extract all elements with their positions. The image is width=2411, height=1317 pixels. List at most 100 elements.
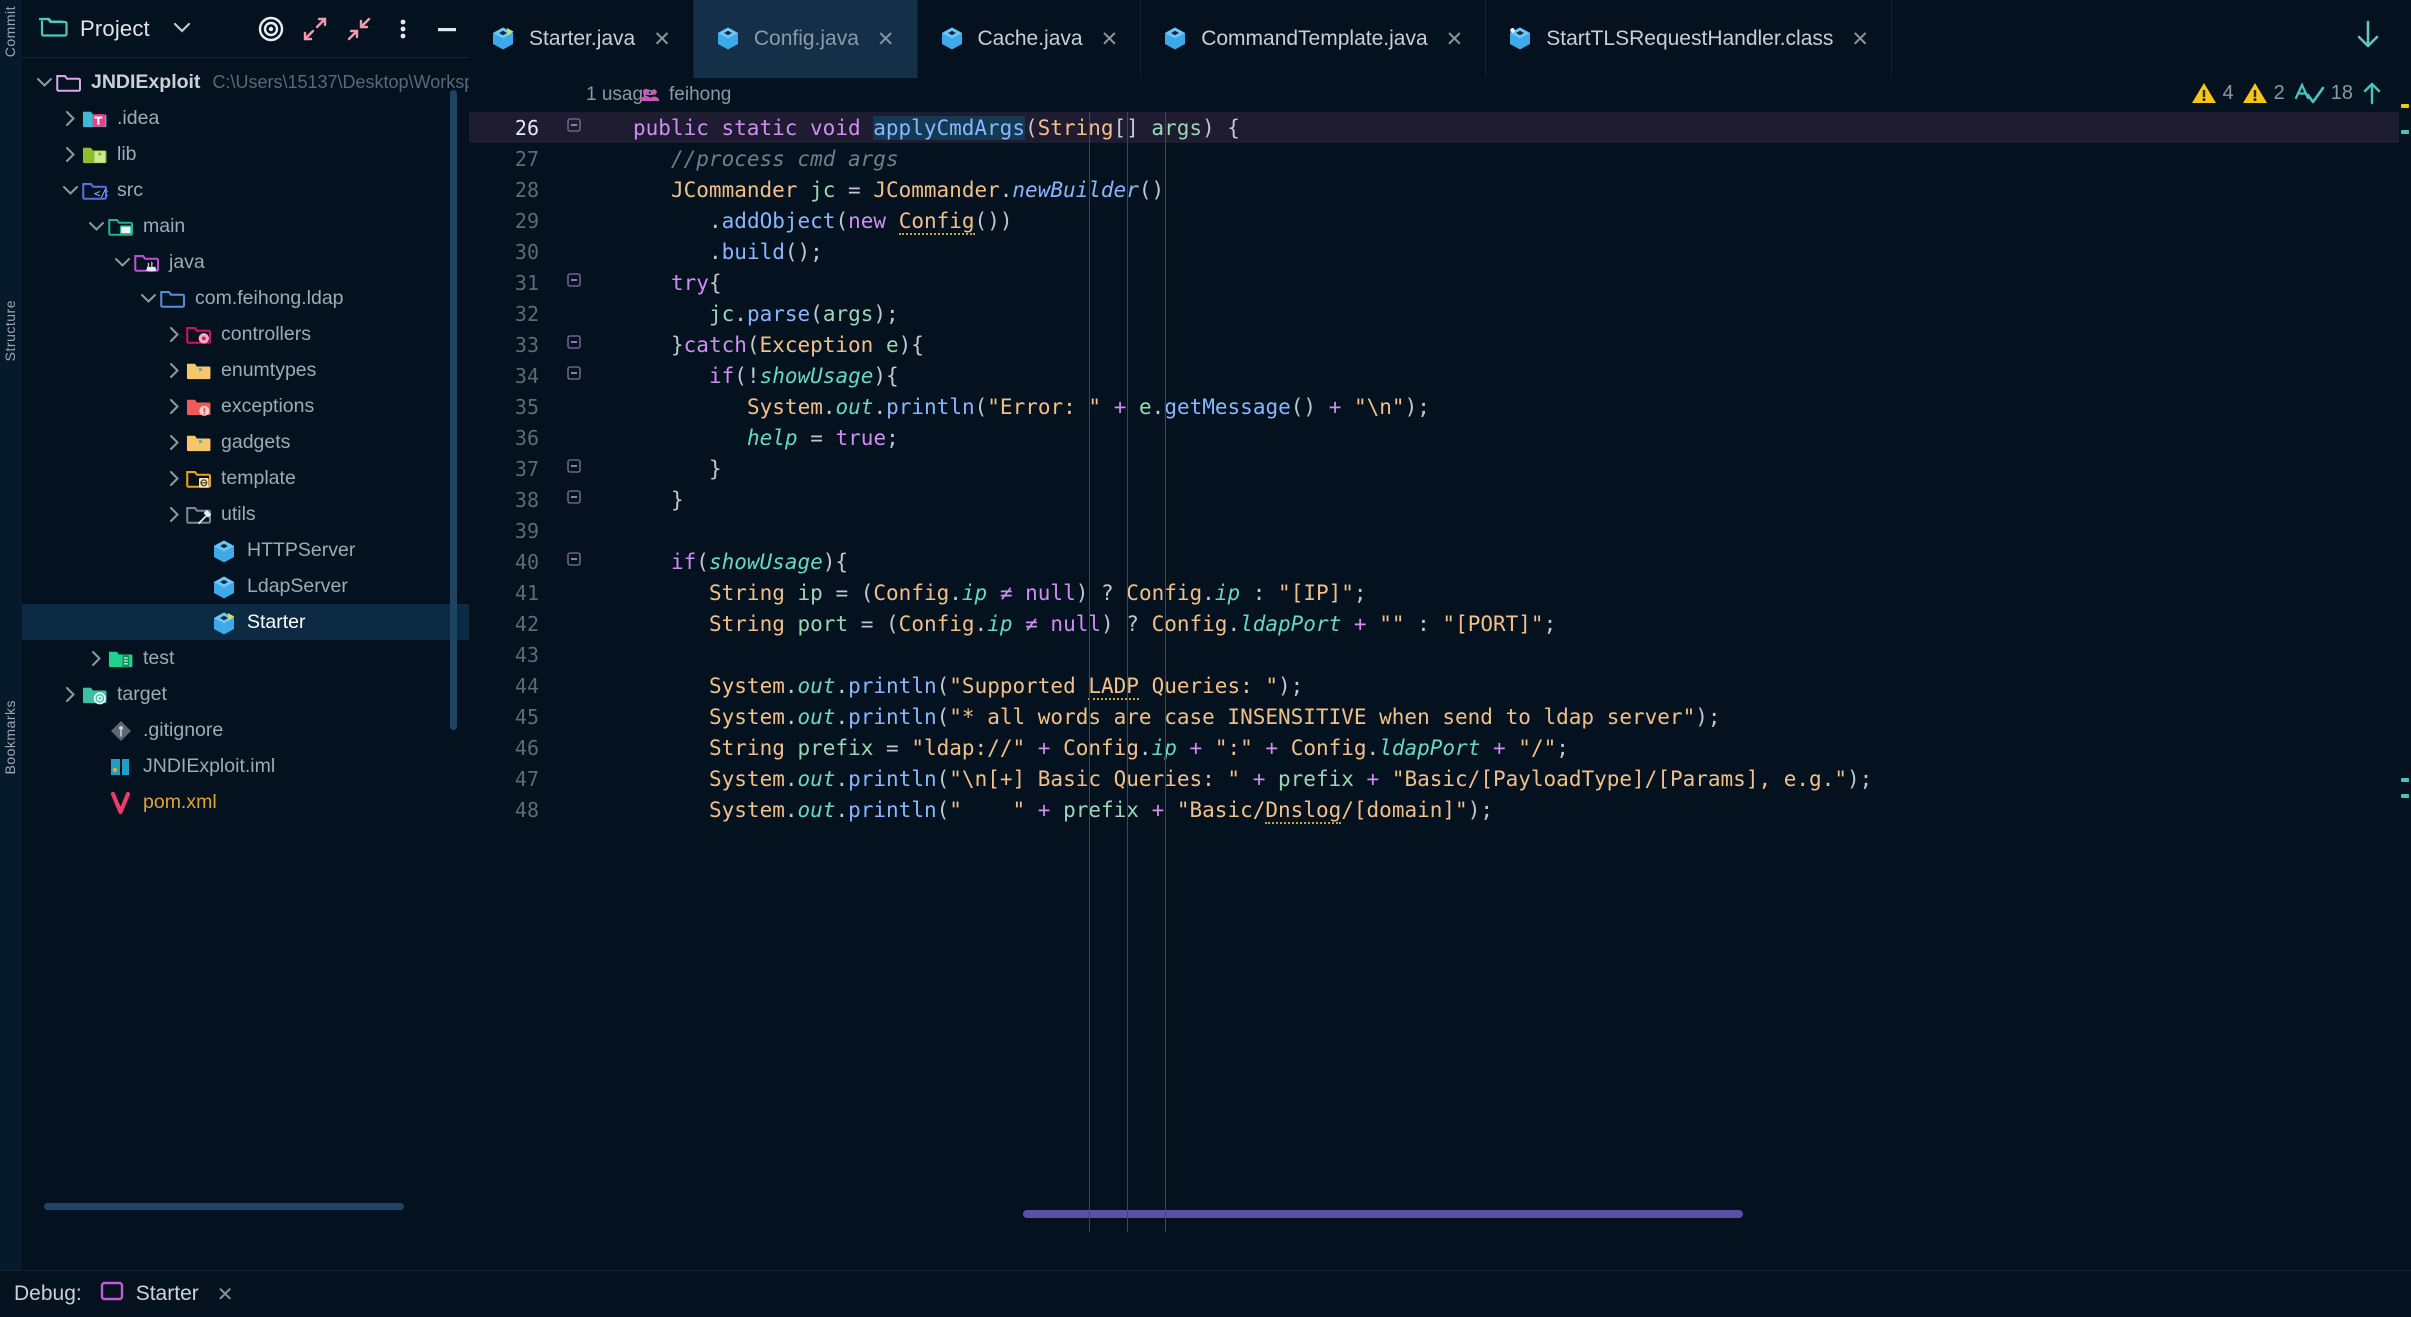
fold-collapse-icon[interactable]: [553, 116, 595, 139]
tree-node-exceptions[interactable]: exceptions: [22, 388, 469, 424]
typo-count-indicator[interactable]: 18: [2293, 80, 2353, 106]
tree-node-idea[interactable]: .idea: [22, 100, 469, 136]
line-number[interactable]: 44: [469, 674, 553, 698]
tree-node-lib[interactable]: lib: [22, 136, 469, 172]
debug-session-tab[interactable]: Starter ✕: [100, 1280, 234, 1308]
tree-node-main[interactable]: main: [22, 208, 469, 244]
code-line[interactable]: 38}: [469, 484, 2411, 515]
code-line[interactable]: 45 System.out.println("* all words are ca…: [469, 701, 2411, 732]
chevron-right-icon[interactable]: [162, 506, 186, 523]
close-icon[interactable]: ✕: [217, 1282, 234, 1307]
tree-node-enumtypes[interactable]: enumtypes: [22, 352, 469, 388]
chevron-right-icon[interactable]: [162, 434, 186, 451]
line-number[interactable]: 48: [469, 798, 553, 822]
line-number[interactable]: 46: [469, 736, 553, 760]
line-number[interactable]: 42: [469, 612, 553, 636]
line-number[interactable]: 32: [469, 302, 553, 326]
code-line[interactable]: 32 jc.parse(args);: [469, 298, 2411, 329]
fold-collapse-icon[interactable]: [553, 271, 595, 294]
locate-target-icon[interactable]: [249, 7, 293, 51]
author-hint[interactable]: feihong: [669, 84, 731, 106]
close-icon[interactable]: ✕: [1446, 27, 1464, 52]
tree-node-gitignore[interactable]: .gitignore: [22, 712, 469, 748]
code-line[interactable]: 47 System.out.println("\n[+] Basic Querie…: [469, 763, 2411, 794]
chevron-down-icon[interactable]: [136, 292, 160, 304]
line-number[interactable]: 45: [469, 705, 553, 729]
tree-node-pom-xml[interactable]: pom.xml: [22, 784, 469, 820]
code-line[interactable]: 26 public static void applyCmdArgs(String…: [469, 112, 2411, 143]
more-options-icon[interactable]: [381, 7, 425, 51]
code-line[interactable]: 40 if(showUsage){: [469, 546, 2411, 577]
code-line[interactable]: 44 System.out.println("Supported LADP Que…: [469, 670, 2411, 701]
code-line[interactable]: 48 System.out.println(" " + prefix + "Bas…: [469, 794, 2411, 825]
code-line[interactable]: 42 String port = (Config.ip ≠ null) ? Con…: [469, 608, 2411, 639]
scroll-to-issue-button[interactable]: [2361, 80, 2383, 106]
editor-horizontal-scrollbar[interactable]: [1023, 1210, 1743, 1218]
chevron-down-icon[interactable]: [84, 220, 108, 232]
chevron-right-icon[interactable]: [162, 398, 186, 415]
tree-node-jndiexploit-iml[interactable]: JNDIExploit.iml: [22, 748, 469, 784]
code-line[interactable]: 39: [469, 515, 2411, 546]
line-number[interactable]: 40: [469, 550, 553, 574]
chevron-down-icon[interactable]: [172, 21, 192, 37]
editor-tab-starter-java[interactable]: Starter.java ✕: [469, 0, 694, 78]
code-line[interactable]: 37}: [469, 453, 2411, 484]
editor-tab-cache-java[interactable]: Cache.java ✕: [918, 0, 1142, 78]
chevron-right-icon[interactable]: [58, 146, 82, 163]
tree-node-com-feihong-ldap[interactable]: com.feihong.ldap: [22, 280, 469, 316]
rail-label-structure[interactable]: Structure: [2, 300, 18, 361]
chevron-down-icon[interactable]: [32, 76, 56, 88]
tree-node-jndiexploit[interactable]: JNDIExploit C:\Users\15137\Desktop\Worksp…: [22, 64, 530, 100]
code-line[interactable]: 43: [469, 639, 2411, 670]
line-number[interactable]: 41: [469, 581, 553, 605]
code-line[interactable]: 35 System.out.println("Error: " + e.getMe…: [469, 391, 2411, 422]
collapse-icon[interactable]: [337, 7, 381, 51]
line-number[interactable]: 37: [469, 457, 553, 481]
code-line[interactable]: 27 //process cmd args: [469, 143, 2411, 174]
chevron-right-icon[interactable]: [84, 650, 108, 667]
code-line[interactable]: 29 .addObject(new Config()): [469, 205, 2411, 236]
tree-node-template[interactable]: template: [22, 460, 469, 496]
editor-tab-config-java[interactable]: Config.java ✕: [693, 0, 918, 78]
inspection-widget[interactable]: 4 2 18: [2191, 80, 2384, 106]
fold-collapse-icon[interactable]: [553, 364, 595, 387]
tree-node-src[interactable]: </> src: [22, 172, 469, 208]
chevron-down-icon[interactable]: [2343, 18, 2393, 60]
close-icon[interactable]: ✕: [877, 27, 895, 52]
editor-marker-bar[interactable]: [2399, 78, 2411, 1270]
tree-node-target[interactable]: target: [22, 676, 469, 712]
line-number[interactable]: 30: [469, 240, 553, 264]
tree-node-java[interactable]: java: [22, 244, 469, 280]
close-icon[interactable]: ✕: [653, 27, 671, 52]
fold-collapse-icon[interactable]: [553, 457, 595, 480]
chevron-right-icon[interactable]: [162, 362, 186, 379]
line-number[interactable]: 47: [469, 767, 553, 791]
chevron-right-icon[interactable]: [162, 470, 186, 487]
editor-tab-starttlsrequesthandler-class[interactable]: StartTLSRequestHandler.class ✕: [1486, 0, 1892, 78]
line-number[interactable]: 34: [469, 364, 553, 388]
editor-tab-commandtemplate-java[interactable]: CommandTemplate.java ✕: [1141, 0, 1487, 78]
code-line[interactable]: 41 String ip = (Config.ip ≠ null) ? Confi…: [469, 577, 2411, 608]
code-line[interactable]: 34 if(!showUsage){: [469, 360, 2411, 391]
line-number[interactable]: 26: [469, 116, 553, 140]
project-tree-horizontal-scrollbar[interactable]: [44, 1203, 404, 1210]
code-line[interactable]: 33}catch(Exception e){: [469, 329, 2411, 360]
fold-collapse-icon[interactable]: [553, 488, 595, 511]
chevron-down-icon[interactable]: [110, 256, 134, 268]
code-line[interactable]: 31 try{: [469, 267, 2411, 298]
warning-count-indicator[interactable]: 4: [2191, 81, 2234, 105]
code-line[interactable]: 28 JCommander jc = JCommander.newBuilder(…: [469, 174, 2411, 205]
chevron-right-icon[interactable]: [162, 326, 186, 343]
rail-label-commit[interactable]: Commit: [2, 6, 18, 57]
hide-panel-icon[interactable]: [425, 7, 469, 51]
code-line[interactable]: 30 .build();: [469, 236, 2411, 267]
line-number[interactable]: 35: [469, 395, 553, 419]
project-tree-vertical-scrollbar[interactable]: [450, 90, 457, 730]
line-number[interactable]: 31: [469, 271, 553, 295]
tree-node-ldapserver[interactable]: LdapServer: [22, 568, 469, 604]
code-lines-container[interactable]: 26 public static void applyCmdArgs(String…: [469, 112, 2411, 825]
weak-warning-count-indicator[interactable]: 2: [2242, 81, 2285, 105]
chevron-right-icon[interactable]: [58, 686, 82, 703]
tree-node-gadgets[interactable]: gadgets: [22, 424, 469, 460]
fold-collapse-icon[interactable]: [553, 333, 595, 356]
